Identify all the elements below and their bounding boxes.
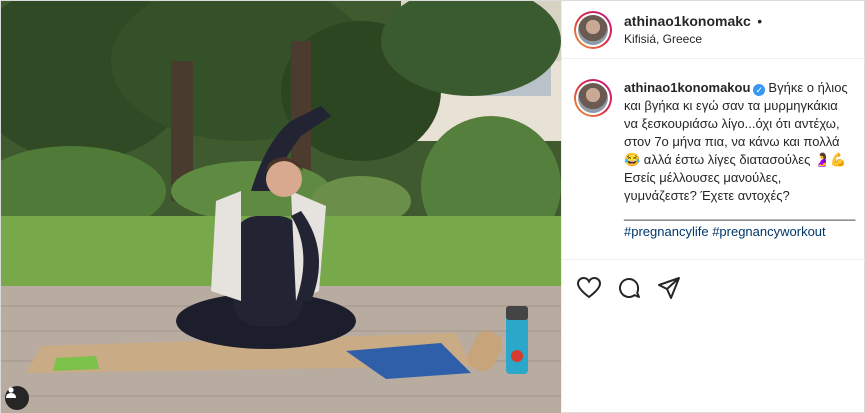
- user-tag-icon: [6, 387, 16, 398]
- post-photo[interactable]: [1, 1, 561, 413]
- caption-avatar[interactable]: [574, 79, 612, 117]
- share-button[interactable]: [656, 275, 682, 301]
- caption-text: athinao1konomakou ✓ Βγήκε ο ήλιος και βγήκ…: [624, 79, 856, 241]
- comment-icon: [619, 277, 640, 298]
- hashtag-pregnancylife[interactable]: #pregnancylife: [624, 224, 709, 239]
- comment-button[interactable]: [616, 275, 642, 301]
- share-icon: [658, 276, 680, 299]
- post-sidebar: athinao1konomakc • Kifisiá, Greece athin…: [561, 1, 865, 413]
- pregnant-muscle-emoji-icon: 🤰💪: [813, 152, 847, 167]
- hashtag-pregnancyworkout[interactable]: #pregnancyworkout: [712, 224, 825, 239]
- caption-username[interactable]: athinao1konomakou: [624, 80, 750, 95]
- verified-icon: ✓: [753, 84, 766, 96]
- like-button[interactable]: [576, 275, 602, 301]
- follow-dot: •: [757, 13, 763, 29]
- caption-separator: ________________________________: [624, 206, 856, 221]
- photo-scene: [1, 1, 561, 413]
- user-tag-button[interactable]: [5, 386, 29, 410]
- avatar[interactable]: [574, 10, 612, 49]
- post-header: athinao1konomakc • Kifisiá, Greece: [562, 1, 865, 59]
- instagram-post: athinao1konomakc • Kifisiá, Greece athin…: [0, 0, 865, 413]
- heart-icon: [577, 276, 601, 298]
- caption: athinao1konomakou ✓ Βγήκε ο ήλιος και βγήκ…: [562, 59, 865, 241]
- hashtags: #pregnancylife #pregnancyworkout: [624, 224, 826, 239]
- laughing-emoji-icon: 😂: [624, 152, 641, 167]
- action-bar: [562, 259, 865, 315]
- header-username[interactable]: athinao1konomakc: [624, 13, 751, 29]
- post-location[interactable]: Kifisiá, Greece: [624, 32, 762, 47]
- caption-line-3: Εσείς μέλλουσες μανούλες, γυμνάζεστε? Έχ…: [624, 170, 790, 203]
- caption-line-2: αλλά έστω λίγες διατασούλες: [640, 152, 814, 167]
